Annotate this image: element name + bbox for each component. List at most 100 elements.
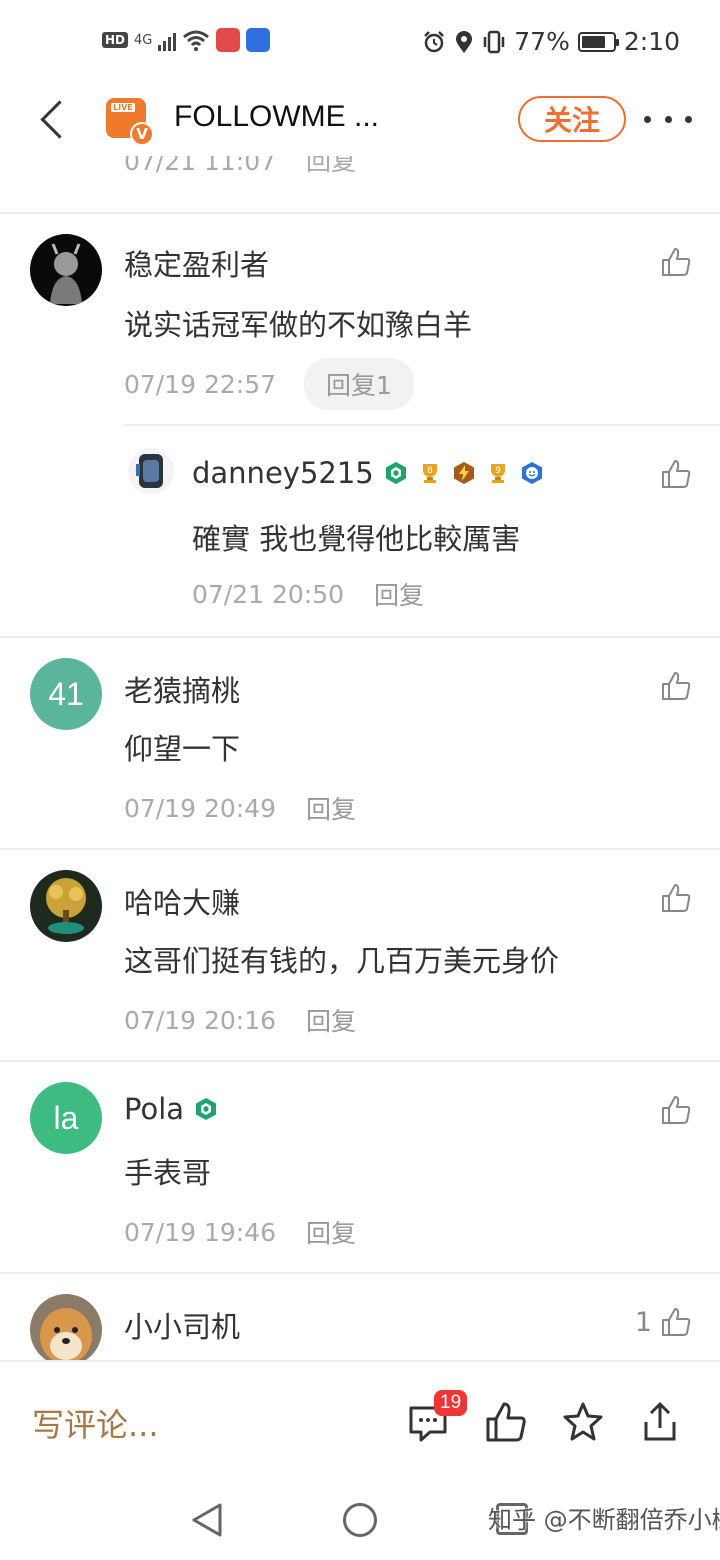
avatar[interactable]: 41	[30, 658, 102, 730]
like-button[interactable]	[660, 458, 692, 490]
username[interactable]: 稳定盈利者	[124, 242, 269, 284]
comment-time: 07/19 20:16	[124, 1005, 277, 1035]
thumb-up-icon	[662, 1308, 691, 1336]
username[interactable]: Pola	[124, 1092, 218, 1126]
verified-badge-icon	[196, 1098, 217, 1120]
status-left: HD 4G	[102, 28, 271, 52]
user-avatar-image	[30, 234, 102, 306]
like-button[interactable]: 1	[635, 1306, 692, 1338]
like-button[interactable]	[660, 246, 692, 278]
channel-logo[interactable]: LIVE V	[106, 98, 154, 146]
comment-meta: 07/19 22:57 回复1	[124, 358, 414, 410]
vibrate-icon	[484, 30, 505, 53]
comment-meta: 07/21 20:50 回复	[192, 576, 424, 612]
back-button[interactable]	[32, 96, 76, 140]
reply-link[interactable]: 回复	[306, 156, 356, 176]
divider	[0, 636, 720, 638]
thumb-up-icon	[662, 884, 691, 912]
app-icon-bulb	[246, 28, 271, 52]
comment-time: 07/19 20:49	[124, 793, 277, 823]
username-text: 稳定盈利者	[124, 248, 270, 282]
system-nav-bar: 知乎 @不断翻倍乔小树	[0, 1478, 720, 1560]
clock: 2:10	[623, 27, 680, 56]
reply-link[interactable]: 回复	[374, 576, 424, 612]
partial-comment-meta: 07/21 11:07 回复	[124, 156, 356, 178]
status-right: 77% 2:10	[422, 27, 680, 56]
alarm-icon	[424, 30, 445, 52]
avatar[interactable]	[30, 1294, 102, 1360]
comment-list[interactable]: 07/21 11:07 回复 稳定盈利者 说实话冠军做的不如豫白羊 07/19 2…	[0, 156, 720, 1360]
comment-text: 仰望一下	[124, 732, 241, 766]
thumb-up-icon	[662, 672, 691, 700]
thumb-up-icon	[662, 1096, 691, 1124]
like-button[interactable]	[660, 882, 692, 914]
trophy-8-badge-icon: 8	[422, 464, 437, 483]
divider	[0, 212, 720, 214]
write-comment-input[interactable]: 写评论...	[32, 1400, 159, 1446]
verified-badge-icon	[385, 462, 406, 484]
smile-badge-icon	[521, 462, 542, 484]
badge-number: 8	[427, 466, 433, 476]
trophy-9-badge-icon: 9	[490, 464, 505, 483]
status-bar: HD 4G 77% 2:10	[0, 0, 720, 84]
hd-indicator: HD	[102, 32, 129, 48]
avatar[interactable]	[30, 870, 102, 942]
follow-button[interactable]: 关注	[518, 96, 626, 142]
divider	[0, 848, 720, 850]
divider	[0, 1060, 720, 1062]
header: LIVE V FOLLOWME ... 关注	[0, 84, 720, 156]
username-text: 小小司机	[124, 1310, 241, 1344]
reply-link[interactable]: 回复	[306, 1214, 356, 1250]
more-options-button[interactable]	[644, 104, 692, 134]
comment-time: 07/21 11:07	[124, 156, 277, 176]
signal-bars-icon	[158, 29, 177, 51]
username[interactable]: danney5215 8 9	[192, 456, 544, 490]
username-text: Pola	[124, 1092, 185, 1126]
comment-text: 这哥们挺有钱的，几百万美元身价	[124, 944, 560, 978]
wifi-icon	[183, 30, 210, 51]
location-icon	[456, 30, 473, 53]
nav-home-icon[interactable]	[343, 1503, 377, 1537]
divider	[0, 1272, 720, 1274]
reply-link[interactable]: 回复	[306, 1002, 356, 1038]
thumb-up-icon	[662, 460, 691, 488]
username[interactable]: 哈哈大赚	[124, 880, 240, 922]
reply-link[interactable]: 回复	[306, 790, 356, 826]
reply-count-button[interactable]: 回复1	[304, 358, 414, 410]
like-button[interactable]	[660, 670, 692, 702]
comment-time: 07/19 22:57	[124, 369, 277, 399]
user-avatar-image	[30, 1294, 102, 1360]
lightning-badge-icon	[453, 462, 474, 484]
avatar[interactable]: la	[30, 1082, 102, 1154]
like-count: 1	[634, 1306, 652, 1338]
app-icon-book	[216, 28, 241, 52]
user-avatar-image	[30, 870, 102, 942]
verified-v-icon: V	[130, 122, 154, 146]
page-title[interactable]: FOLLOWME ...	[174, 100, 379, 134]
battery-icon	[577, 31, 619, 52]
avatar[interactable]	[30, 234, 102, 306]
comment-text: 確實 我也覺得他比較厲害	[192, 522, 521, 556]
network-type: 4G	[134, 32, 153, 48]
username[interactable]: 小小司机	[124, 1304, 240, 1346]
comment-count-badge: 19	[434, 1390, 468, 1416]
nav-back-icon[interactable]	[190, 1502, 224, 1538]
comment-time: 07/21 20:50	[192, 579, 345, 609]
comment-meta: 07/19 20:16 回复	[124, 1002, 356, 1038]
live-badge: LIVE	[111, 103, 135, 112]
thumb-up-icon[interactable]	[484, 1400, 528, 1444]
comment-meta: 07/19 20:49 回复	[124, 790, 356, 826]
like-button[interactable]	[660, 1094, 692, 1126]
avatar[interactable]	[128, 448, 174, 494]
comment-text: 手表哥	[124, 1156, 212, 1190]
username-text: danney5215	[192, 456, 374, 490]
comment-text: 说实话冠军做的不如豫白羊	[124, 308, 473, 342]
star-icon[interactable]	[561, 1400, 605, 1444]
divider	[124, 424, 720, 426]
share-icon[interactable]	[638, 1400, 682, 1444]
battery-percent: 77%	[514, 27, 570, 56]
username-text: 哈哈大赚	[124, 886, 241, 920]
bottom-action-bar: 写评论... 19	[0, 1360, 720, 1478]
username[interactable]: 老猿摘桃	[124, 668, 240, 710]
thumb-up-icon	[662, 248, 691, 276]
